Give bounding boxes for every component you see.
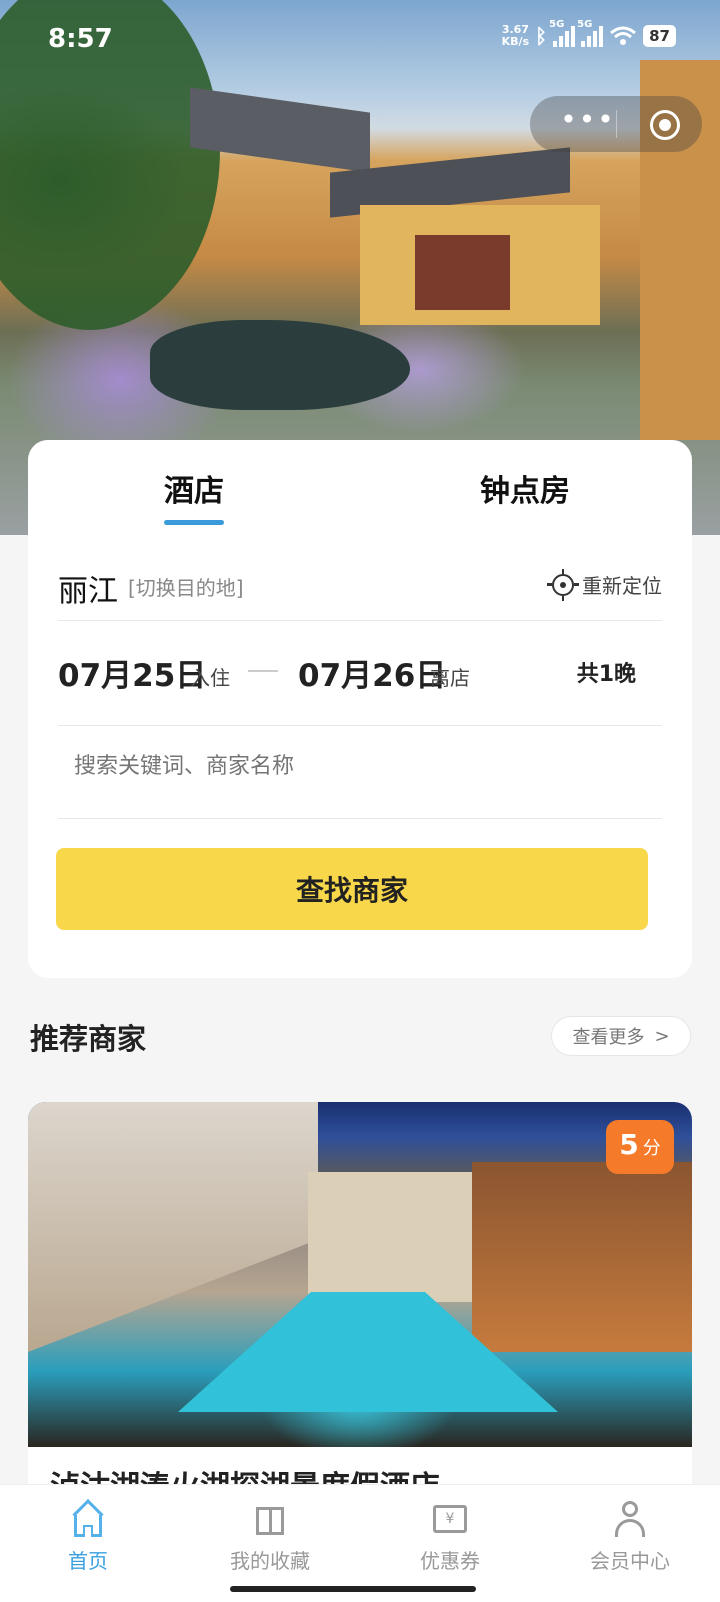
tab-coupons-label: 优惠券	[420, 1549, 480, 1573]
checkout-date[interactable]: 07月26日	[298, 650, 446, 695]
keyword-search-input[interactable]	[74, 754, 634, 779]
signal-sim1-icon: 5G	[549, 19, 576, 47]
checkin-date[interactable]: 07月25日	[58, 650, 206, 695]
tab-hotel-label: 酒店	[164, 474, 224, 509]
tab-home-label: 首页	[68, 1549, 108, 1573]
hotel-search-card: 钟点房 酒店 丽江 [切换目的地] 重新定位 07月25日 入住 07月26日 …	[28, 440, 692, 978]
miniprogram-capsule: •••	[530, 96, 702, 152]
tab-member-center[interactable]: 会员中心	[570, 1499, 690, 1574]
tab-coupons[interactable]: ¥ 优惠券	[390, 1499, 510, 1574]
view-more-button[interactable]: 查看更多 >	[551, 1016, 691, 1056]
tab-hourly-room-label: 钟点房	[480, 474, 570, 509]
tab-home[interactable]: 首页	[28, 1499, 148, 1574]
score-badge: 5 分	[606, 1120, 674, 1174]
network-speed: 3.67 KB/s	[501, 23, 530, 48]
active-tab-indicator	[164, 520, 224, 525]
date-range-dash	[248, 670, 278, 672]
hotel-photo	[28, 1102, 692, 1447]
status-bar: 8:57 3.67 KB/s ᛒ 5G 5G 87	[0, 0, 720, 80]
bottom-tab-bar: 首页 我的收藏 ¥ 优惠券 会员中心	[0, 1484, 720, 1602]
relocate-button[interactable]: 重新定位	[547, 568, 662, 601]
checkout-label: 离店	[430, 666, 470, 690]
chevron-right-icon: >	[654, 1025, 670, 1047]
hero-doorway	[415, 235, 510, 310]
relocate-label: 重新定位	[582, 574, 662, 598]
signal-sim2-icon: 5G	[577, 19, 604, 47]
divider	[58, 818, 662, 819]
user-icon	[610, 1499, 650, 1539]
home-icon	[68, 1499, 108, 1539]
locate-crosshair-icon	[547, 568, 579, 601]
recommended-section-title: 推荐商家	[30, 1022, 147, 1056]
destination-row[interactable]: 丽江 [切换目的地] 重新定位	[58, 556, 662, 616]
close-target-icon[interactable]	[650, 110, 680, 140]
recommended-hotel-card[interactable]: 5 分 泸沽湖湊火湖探湖景度假酒店	[28, 1102, 692, 1502]
status-time: 8:57	[48, 24, 113, 54]
divider	[58, 725, 662, 726]
score-value: 5	[619, 1128, 639, 1161]
battery-indicator: 87	[643, 25, 676, 47]
capsule-divider	[616, 110, 617, 138]
tab-favorites[interactable]: 我的收藏	[210, 1499, 330, 1574]
tab-hotel[interactable]: 酒店	[28, 440, 360, 534]
tab-member-center-label: 会员中心	[590, 1549, 670, 1573]
keyword-search-row[interactable]	[58, 738, 662, 808]
home-indicator[interactable]	[230, 1586, 476, 1592]
tab-favorites-label: 我的收藏	[230, 1549, 310, 1573]
date-picker-row[interactable]: 07月25日 入住 07月26日 离店 共1晚	[58, 640, 662, 710]
photo-wall-right	[472, 1162, 692, 1352]
city-name: 丽江	[58, 574, 118, 609]
coupon-icon: ¥	[430, 1499, 470, 1539]
hero-pond	[150, 320, 410, 410]
photo-building-back	[308, 1172, 488, 1302]
view-more-label: 查看更多	[572, 1027, 645, 1048]
box-icon	[250, 1499, 290, 1539]
status-icons: 3.67 KB/s ᛒ 5G 5G 87	[501, 19, 676, 48]
booking-type-tabs: 钟点房 酒店	[28, 440, 692, 534]
score-unit: 分	[642, 1138, 661, 1159]
photo-building-left	[28, 1102, 318, 1352]
nights-count: 共1晚	[576, 662, 636, 687]
switch-destination-link[interactable]: [切换目的地]	[128, 572, 244, 601]
bluetooth-icon: ᛒ	[535, 24, 548, 48]
checkin-label: 入住	[190, 666, 230, 690]
find-merchants-button[interactable]: 查找商家	[56, 848, 648, 930]
wifi-icon	[610, 26, 637, 45]
more-dots-icon[interactable]: •••	[558, 106, 618, 142]
divider	[58, 620, 662, 621]
